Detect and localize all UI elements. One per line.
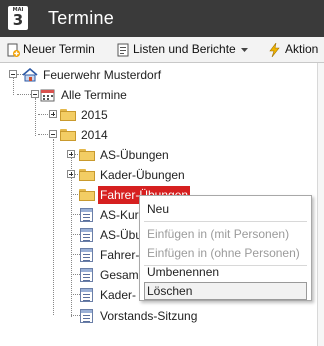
list-document-icon [79,247,95,262]
tree-node-year-2015[interactable]: 2015 [60,105,110,123]
expand-kader-uebungen-toggle[interactable] [67,170,75,178]
tree-node-label: Vorstands-Sitzung [100,308,198,323]
folder-icon [79,168,95,182]
tree-node-root[interactable]: Feuerwehr Musterdorf [22,65,163,83]
chevron-down-icon [240,47,248,52]
tree-node-list[interactable]: Fahrer- [79,245,141,263]
collapse-root-toggle[interactable] [9,70,17,78]
toolbar: Neuer Termin Listen und Berichte Aktion [0,37,324,63]
collapse-all-toggle[interactable] [31,90,39,98]
tree-node-all-appointments[interactable]: Alle Termine [40,85,129,103]
home-icon [22,67,38,82]
tree-node-label: 2014 [81,127,108,142]
expand-2015-toggle[interactable] [49,110,57,118]
open-folder-icon [60,128,76,142]
lists-reports-dropdown[interactable]: Listen und Berichte [116,37,249,62]
new-appointment-label: Neuer Termin [23,42,95,56]
menu-item-paste-without-persons[interactable]: Einfügen in (ohne Personen) [144,244,307,262]
calendar-app-icon: MAI 3 [8,6,28,30]
app-title-bar: MAI 3 Termine [0,0,324,37]
report-icon [117,43,129,57]
calendar-icon [40,88,56,102]
tree-node-year-2014[interactable]: 2014 [60,125,110,143]
menu-item-rename[interactable]: Umbenennen [144,263,307,281]
folder-icon [79,188,95,202]
tree-node-label: AS-Übungen [100,147,169,162]
menu-item-paste-with-persons[interactable]: Einfügen in (mit Personen) [144,225,307,243]
folder-icon [79,148,95,162]
menu-separator [144,221,307,222]
list-document-icon [79,207,95,222]
collapse-2014-toggle[interactable] [49,130,57,138]
tree-node-label: Kader- [100,287,137,302]
tree-scrollbar[interactable] [317,63,324,346]
list-document-icon [79,287,95,302]
actions-button[interactable]: Aktion [268,37,318,62]
tree-node-list[interactable]: Kader- [79,285,138,303]
list-document-icon [79,308,95,323]
actions-label: Aktion [285,42,319,56]
new-document-icon [7,43,20,57]
tree-node-folder[interactable]: Kader-Übungen [79,165,187,183]
lists-reports-label: Listen und Berichte [133,42,236,56]
lightning-icon [269,42,280,57]
folder-icon [60,108,76,122]
tree-node-label: 2015 [81,107,108,122]
tree-node-folder[interactable]: AS-Übungen [79,145,171,163]
tree-node-list[interactable]: Vorstands-Sitzung [79,306,199,324]
menu-item-delete[interactable]: Löschen [144,282,307,300]
tree-node-list[interactable]: Gesam [79,265,141,283]
tree-node-label: Feuerwehr Musterdorf [43,67,162,82]
tree-node-label: Kader-Übungen [100,167,185,182]
expand-as-uebungen-toggle[interactable] [67,150,75,158]
page-title: Termine [48,8,115,28]
calendar-icon-day: 3 [12,11,24,29]
context-menu: Neu Einfügen in (mit Personen) Einfügen … [139,195,312,301]
tree-node-label: Alle Termine [61,87,127,102]
menu-item-new[interactable]: Neu [144,200,307,218]
tree-node-list[interactable]: AS-Kurs [79,205,147,223]
tree-node-label: Gesam [100,267,139,282]
list-document-icon [79,227,95,242]
new-appointment-button[interactable]: Neuer Termin [6,37,95,62]
tree-node-label: Fahrer- [100,247,140,262]
list-document-icon [79,267,95,282]
